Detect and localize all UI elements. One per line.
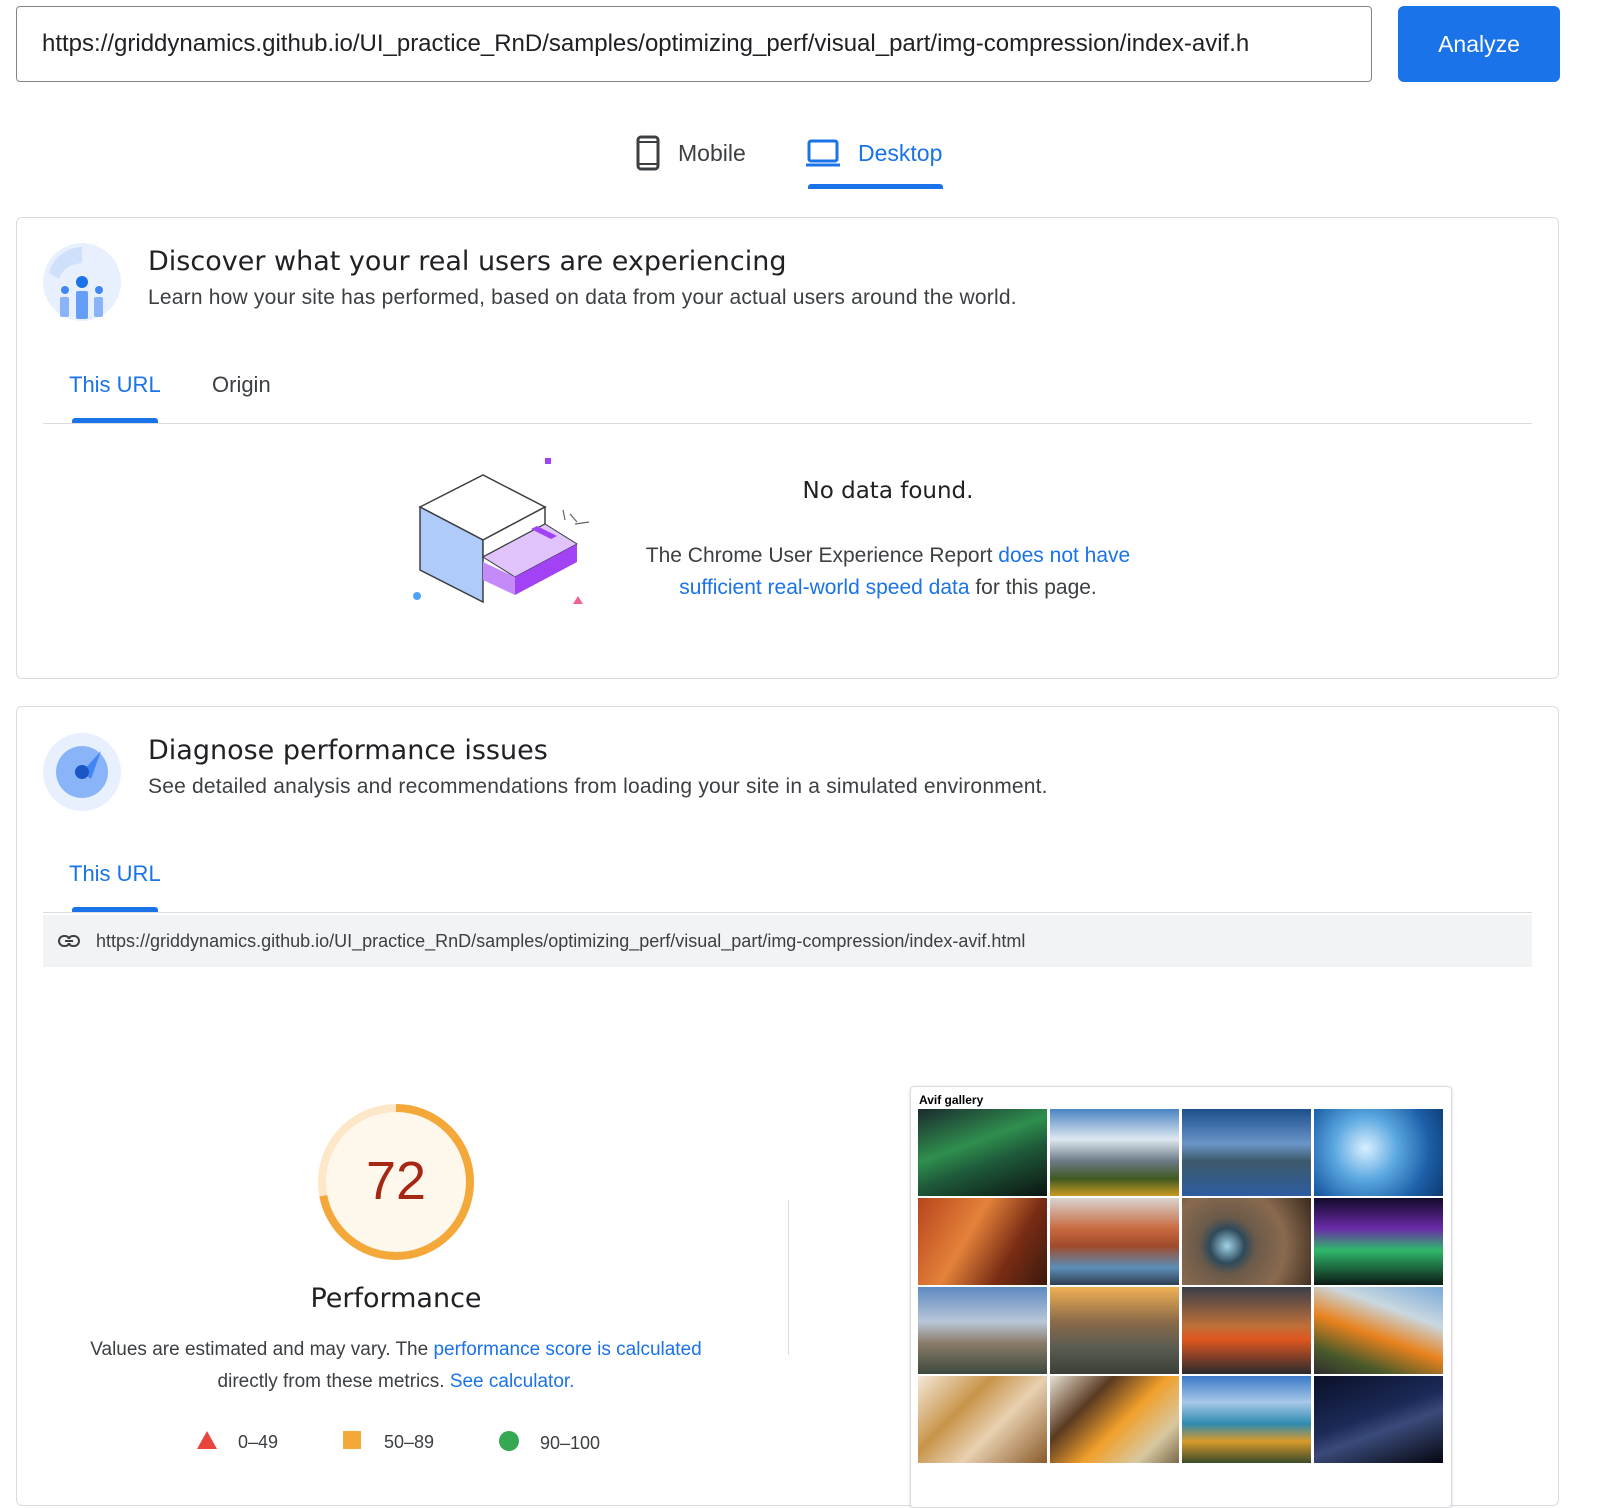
page-screenshot: Avif gallery <box>910 1086 1452 1508</box>
no-data-text-before: The Chrome User Experience Report <box>645 544 999 567</box>
field-tabs-divider <box>43 423 1532 424</box>
field-data-title: Discover what your real users are experi… <box>148 246 787 277</box>
tested-url-bar: https://griddynamics.github.io/UI_practi… <box>43 915 1532 967</box>
triangle-icon <box>196 1430 218 1455</box>
vertical-divider <box>788 1200 789 1355</box>
lab-data-subtitle: See detailed analysis and recommendation… <box>148 775 1048 798</box>
empty-box-illustration <box>405 452 605 617</box>
device-tab-indicator <box>808 184 943 189</box>
score-calculation-link[interactable]: performance score is calculated <box>433 1339 701 1360</box>
gallery-image-breakfast <box>918 1376 1047 1463</box>
gallery-image-hot-spring <box>1182 1376 1311 1463</box>
insufficient-data-link-2[interactable]: sufficient real-world speed data <box>679 576 969 599</box>
field-data-subtitle: Learn how your site has performed, based… <box>148 286 1017 309</box>
score-note-text-2: directly from these metrics. <box>217 1371 450 1392</box>
screenshot-title: Avif gallery <box>919 1093 984 1107</box>
performance-label: Performance <box>310 1283 482 1314</box>
score-note-text: Values are estimated and may vary. The <box>90 1339 434 1360</box>
users-illustration-icon <box>43 243 121 326</box>
gallery-image-city <box>918 1287 1047 1374</box>
gallery-image-milky-way <box>1314 1376 1443 1463</box>
no-data-heading: No data found. <box>802 478 974 504</box>
laptop-icon <box>806 139 840 167</box>
legend-poor: 0–49 <box>196 1430 278 1455</box>
phone-icon <box>636 135 660 171</box>
no-data-message: The Chrome User Experience Report does n… <box>605 540 1171 604</box>
insufficient-data-link[interactable]: does not have <box>998 544 1130 567</box>
legend-average-range: 50–89 <box>384 1432 435 1452</box>
gallery-image-sports-car <box>1182 1287 1311 1374</box>
gallery-image-mountain <box>1050 1109 1179 1196</box>
tab-mobile-label: Mobile <box>678 139 746 166</box>
tab-lab-this-url[interactable]: This URL <box>69 861 161 887</box>
tab-desktop[interactable]: Desktop <box>806 130 942 176</box>
gallery-image-snowflake <box>1314 1109 1443 1196</box>
lab-tabs-divider <box>43 912 1532 913</box>
score-note: Values are estimated and may vary. The p… <box>60 1334 732 1398</box>
legend-average: 50–89 <box>342 1430 434 1455</box>
gallery-image-cat <box>1182 1198 1311 1285</box>
tab-mobile[interactable]: Mobile <box>636 130 746 176</box>
legend-poor-range: 0–49 <box>238 1432 279 1452</box>
no-data-text-after: for this page. <box>969 576 1097 599</box>
gallery-image-coffee <box>1050 1376 1179 1463</box>
legend-good-range: 90–100 <box>540 1433 601 1453</box>
speedometer-icon <box>43 733 121 816</box>
gallery-image-river-canyon <box>1050 1198 1179 1285</box>
gallery-image-volcano <box>1182 1109 1311 1196</box>
square-icon <box>342 1430 362 1455</box>
url-input[interactable]: https://griddynamics.github.io/UI_practi… <box>16 6 1372 82</box>
lab-data-title: Diagnose performance issues <box>148 735 548 766</box>
tab-origin[interactable]: Origin <box>212 372 271 398</box>
link-icon <box>58 935 80 947</box>
gallery-image-canyon <box>918 1198 1047 1285</box>
analyze-button[interactable]: Analyze <box>1398 6 1560 82</box>
tab-this-url[interactable]: This URL <box>69 372 161 398</box>
performance-score-value: 72 <box>365 1151 427 1211</box>
gallery-image-aurora <box>918 1109 1047 1196</box>
gallery-image-aerial-city <box>1050 1287 1179 1374</box>
legend-good: 90–100 <box>498 1430 600 1457</box>
see-calculator-link[interactable]: See calculator. <box>450 1371 575 1392</box>
tested-url-text[interactable]: https://griddynamics.github.io/UI_practi… <box>96 931 1025 952</box>
gallery-image-northern-lights <box>1314 1198 1443 1285</box>
circle-icon <box>498 1430 520 1457</box>
tab-desktop-label: Desktop <box>858 139 943 166</box>
gallery-image-orange-car <box>1314 1287 1443 1374</box>
